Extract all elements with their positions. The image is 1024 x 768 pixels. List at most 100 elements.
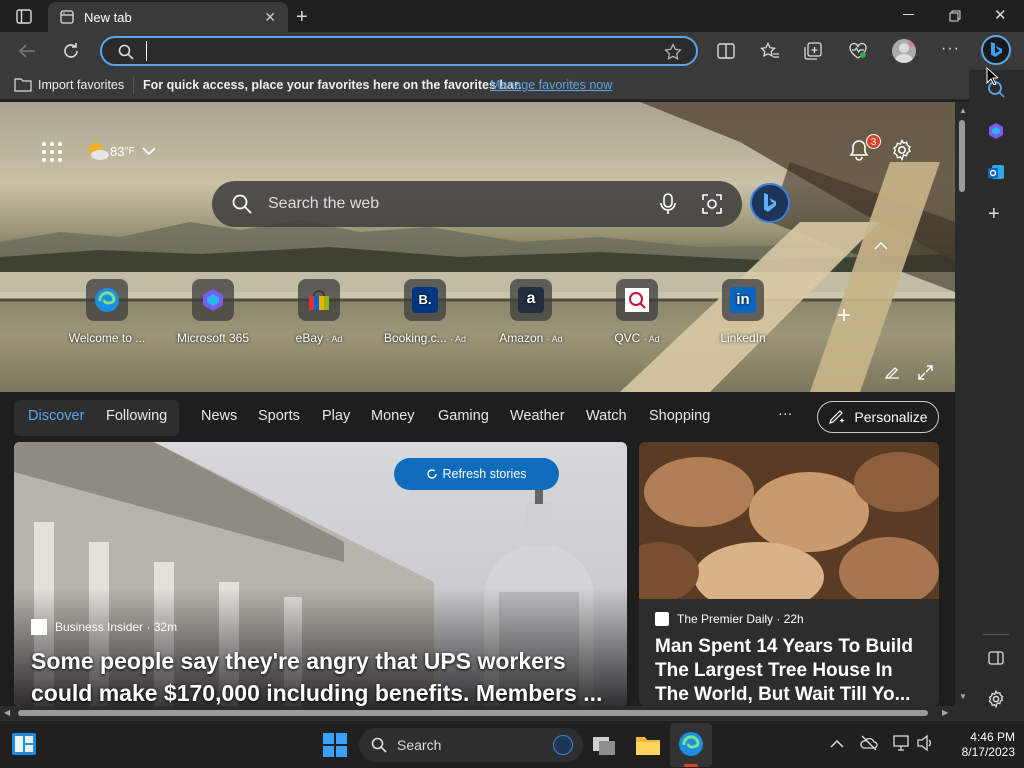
scroll-left-arrow[interactable]: ◀ (4, 708, 10, 717)
web-search-box[interactable]: Search the web (212, 181, 742, 227)
tab-following[interactable]: Following (106, 408, 167, 424)
tab-watch[interactable]: Watch (586, 408, 627, 424)
active-indicator (684, 764, 698, 767)
add-quick-link-button[interactable]: + (837, 302, 851, 330)
quick-link-linkedin[interactable]: in LinkedIn (698, 279, 788, 345)
manage-favorites-link[interactable]: Manage favorites now (490, 78, 612, 92)
taskbar-edge-button[interactable] (670, 723, 712, 767)
microphone-icon[interactable] (660, 193, 676, 215)
minimize-button[interactable] (903, 14, 914, 15)
show-hidden-icons-chevron-icon[interactable] (830, 739, 844, 748)
visual-search-icon[interactable] (702, 194, 722, 214)
vertical-scrollbar[interactable]: ▲ ▼ (955, 102, 969, 706)
tab-sports[interactable]: Sports (258, 408, 300, 424)
sidebar-outlook-icon[interactable] (987, 163, 1005, 181)
task-view-icon[interactable] (592, 734, 616, 756)
scroll-thumb[interactable] (959, 120, 965, 192)
personalize-button[interactable]: Personalize (817, 401, 939, 433)
clock-time: 4:46 PM (970, 730, 1015, 744)
refresh-button[interactable] (62, 42, 80, 60)
tab-money[interactable]: Money (371, 408, 415, 424)
taskbar-search-box[interactable]: Search (359, 728, 583, 762)
collections-icon[interactable] (804, 42, 822, 60)
bing-chat-button[interactable] (981, 35, 1011, 65)
story-card-secondary[interactable]: The Premier Daily · 22h Man Spent 14 Yea… (639, 442, 939, 706)
quick-link-qvc[interactable]: QVC · Ad (592, 279, 682, 345)
expand-icon[interactable] (918, 365, 933, 380)
hide-sidebar-icon[interactable] (988, 651, 1004, 665)
scroll-down-arrow[interactable]: ▼ (959, 692, 967, 701)
sidebar-microsoft365-icon[interactable] (987, 122, 1005, 140)
scroll-right-arrow[interactable]: ▶ (942, 708, 948, 717)
cloud-offline-icon[interactable] (860, 735, 878, 751)
quick-link-amazon[interactable]: a Amazon · Ad (486, 279, 576, 345)
close-window-button[interactable]: ✕ (994, 6, 1007, 24)
new-tab-page: 83 °F 3 Search the web Welcome to ... Mic… (0, 102, 955, 706)
story-source: The Premier Daily · 22h (655, 612, 804, 626)
refresh-stories-button[interactable]: Refresh stories (394, 458, 559, 490)
horizontal-scrollbar[interactable]: ◀ ▶ (0, 706, 969, 720)
favorites-icon[interactable] (760, 42, 780, 60)
split-screen-icon[interactable] (717, 42, 735, 60)
tab-title: New tab (84, 9, 132, 25)
scroll-thumb[interactable] (18, 710, 928, 716)
volume-icon[interactable] (916, 734, 934, 752)
tab-play[interactable]: Play (322, 408, 350, 424)
quick-link-label: Booking.c... (383, 331, 447, 345)
address-input[interactable] (146, 41, 646, 61)
new-tab-button[interactable]: + (296, 6, 308, 29)
tab-news[interactable]: News (201, 408, 237, 424)
tab-gaming[interactable]: Gaming (438, 408, 489, 424)
tab-new-tab[interactable]: New tab ✕ (48, 2, 288, 32)
tab-weather[interactable]: Weather (510, 408, 565, 424)
story-source-name: Business Insider (55, 620, 144, 634)
start-windows-icon[interactable] (323, 733, 347, 757)
notifications-bell-icon[interactable]: 3 (848, 134, 881, 161)
restore-button[interactable] (949, 10, 961, 22)
apps-launcher-icon[interactable] (42, 142, 62, 162)
browser-essentials-icon[interactable] (848, 42, 868, 60)
weather-widget[interactable]: 83 °F (86, 140, 157, 162)
refresh-icon (427, 469, 438, 479)
widgets-icon[interactable] (12, 733, 36, 755)
collapse-chevron-up-icon[interactable] (874, 241, 888, 250)
tab-actions-icon[interactable] (16, 9, 32, 24)
favorite-star-icon[interactable] (664, 43, 682, 61)
page-settings-gear-icon[interactable] (891, 139, 913, 161)
more-tabs-button[interactable]: ··· (778, 406, 793, 422)
quick-link-ebay[interactable]: eBay · Ad (274, 279, 364, 345)
quick-link-microsoft365[interactable]: Microsoft 365 (168, 279, 258, 345)
clock-date: 8/17/2023 (961, 745, 1015, 759)
network-icon[interactable] (892, 734, 910, 752)
edge-sidebar: + (969, 67, 1024, 720)
weather-temp: 83 (110, 143, 125, 159)
story-card-main[interactable]: Refresh stories Business Insider · 32m S… (14, 442, 627, 706)
settings-more-icon[interactable]: ··· (941, 40, 960, 58)
tab-discover[interactable]: Discover (28, 408, 84, 424)
search-placeholder: Search the web (268, 195, 380, 212)
weather-unit: °F (124, 145, 135, 157)
file-explorer-icon[interactable] (635, 734, 661, 756)
sidebar-settings-gear-icon[interactable] (987, 690, 1005, 708)
refresh-label: Refresh stories (442, 467, 527, 481)
quick-link-welcome[interactable]: Welcome to ... (62, 279, 152, 345)
linkedin-icon: in (722, 279, 764, 321)
quick-link-booking[interactable]: B. Booking.c... · Ad (380, 279, 470, 345)
address-bar[interactable] (100, 36, 698, 66)
tab-shopping[interactable]: Shopping (649, 408, 710, 424)
sidebar-add-button[interactable]: + (988, 203, 1000, 226)
favorites-bar: Import favorites For quick access, place… (0, 70, 1024, 100)
back-button[interactable] (18, 42, 36, 60)
sparkle-edit-icon (829, 410, 845, 424)
system-clock[interactable]: 4:46 PM 8/17/2023 (945, 730, 1015, 760)
profile-avatar[interactable] (892, 39, 916, 63)
import-favorites-button[interactable]: Import favorites (38, 78, 124, 92)
new-tab-icon (60, 10, 74, 24)
microsoft365-icon (192, 279, 234, 321)
mouse-cursor-icon (986, 67, 998, 85)
ad-label: · Ad (450, 334, 467, 344)
edit-background-icon[interactable] (884, 366, 900, 380)
close-tab-icon[interactable]: ✕ (264, 9, 276, 26)
scroll-up-arrow[interactable]: ▲ (959, 106, 967, 115)
bing-search-button[interactable] (750, 183, 790, 223)
